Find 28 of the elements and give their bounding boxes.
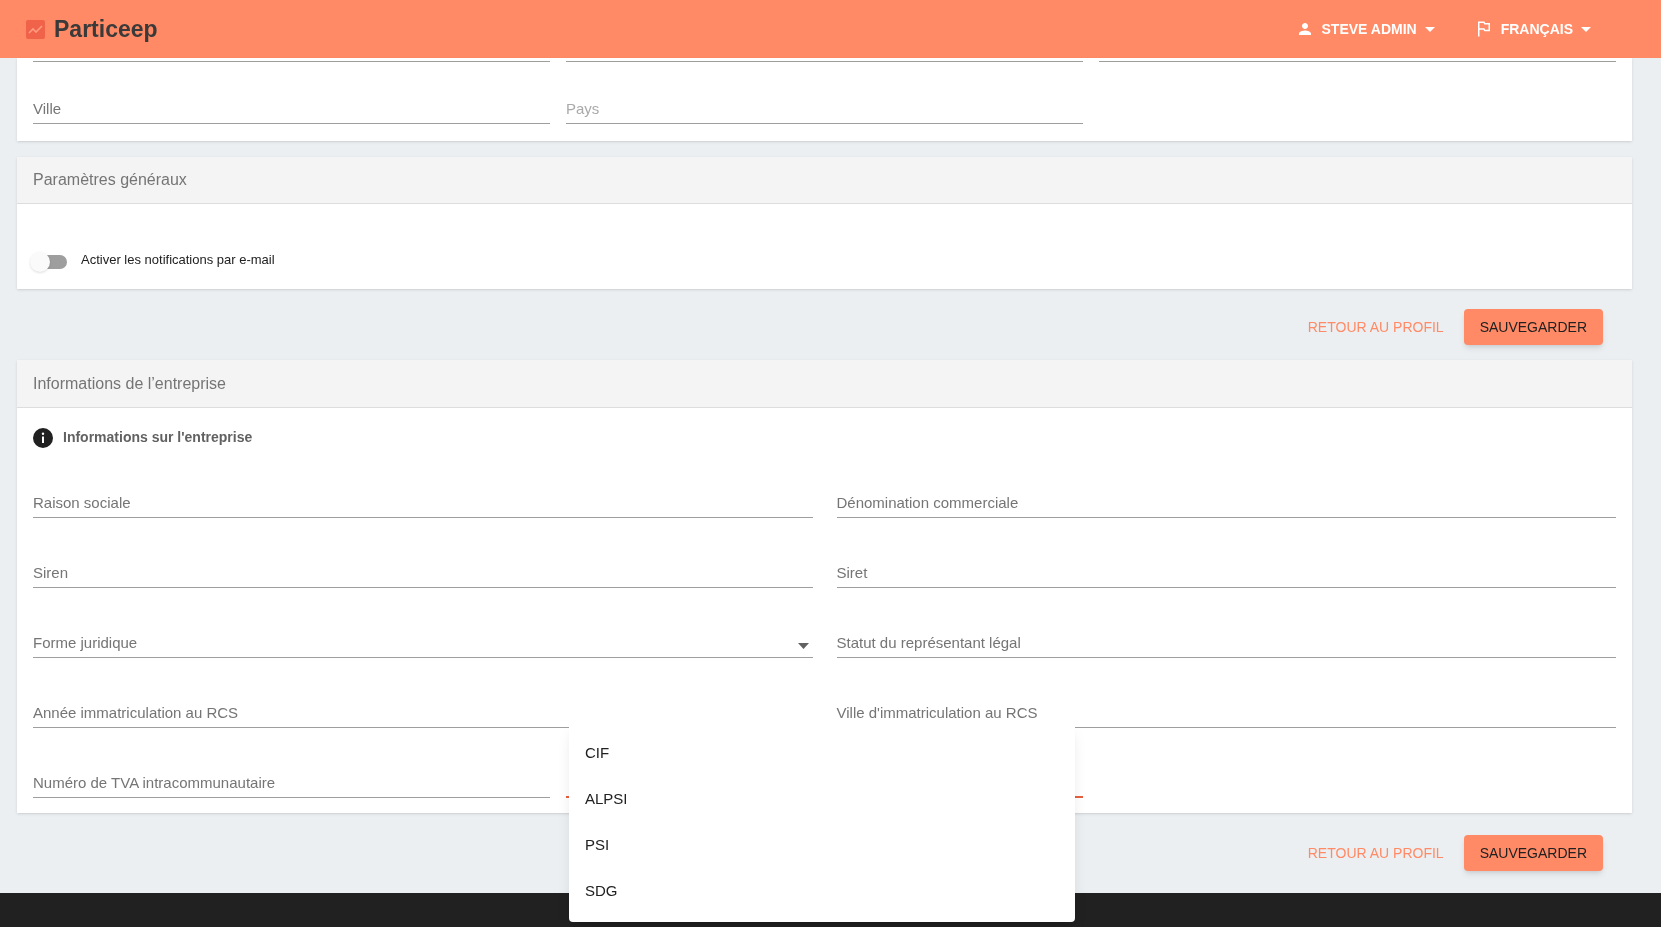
info-text: Informations sur l'entreprise [63,428,253,447]
input-field[interactable]: Statut du représentant légal [836,628,1616,658]
menu-option[interactable]: SDG [569,868,1075,914]
input-field[interactable] [1099,58,1616,62]
notification-toggle[interactable] [33,255,67,269]
brand-name: Particeep [54,14,158,44]
input-field[interactable]: Numéro de TVA intracommunautaire [33,768,550,798]
caret-icon [1581,26,1591,32]
input-field[interactable]: Siret [836,558,1616,588]
select-field[interactable]: Forme juridique [33,628,813,658]
input-field[interactable]: Dénomination commerciale [836,488,1616,518]
caret-icon [797,643,809,649]
card-title: Informations de l’entreprise [33,373,226,394]
card-title: Paramètres généraux [33,170,187,190]
input-field[interactable]: Raison sociale [33,488,813,518]
caret-icon [1424,26,1435,32]
menu-option[interactable]: ALPSI [569,776,1075,822]
toggle-label: Activer les notifications par e-mail [81,250,275,269]
info-icon [33,427,53,448]
menu-option[interactable]: PSI [569,822,1075,868]
input-field[interactable]: Ville [33,94,550,124]
menu-option[interactable]: CIF [569,730,1075,776]
input-field[interactable] [566,58,1083,62]
save-button[interactable]: SAUVEGARDER [1463,835,1603,871]
input-field[interactable] [33,58,550,62]
chart-logo-icon [26,19,45,39]
input-field[interactable]: Siren [33,558,813,588]
save-button[interactable]: SAUVEGARDER [1463,309,1603,345]
